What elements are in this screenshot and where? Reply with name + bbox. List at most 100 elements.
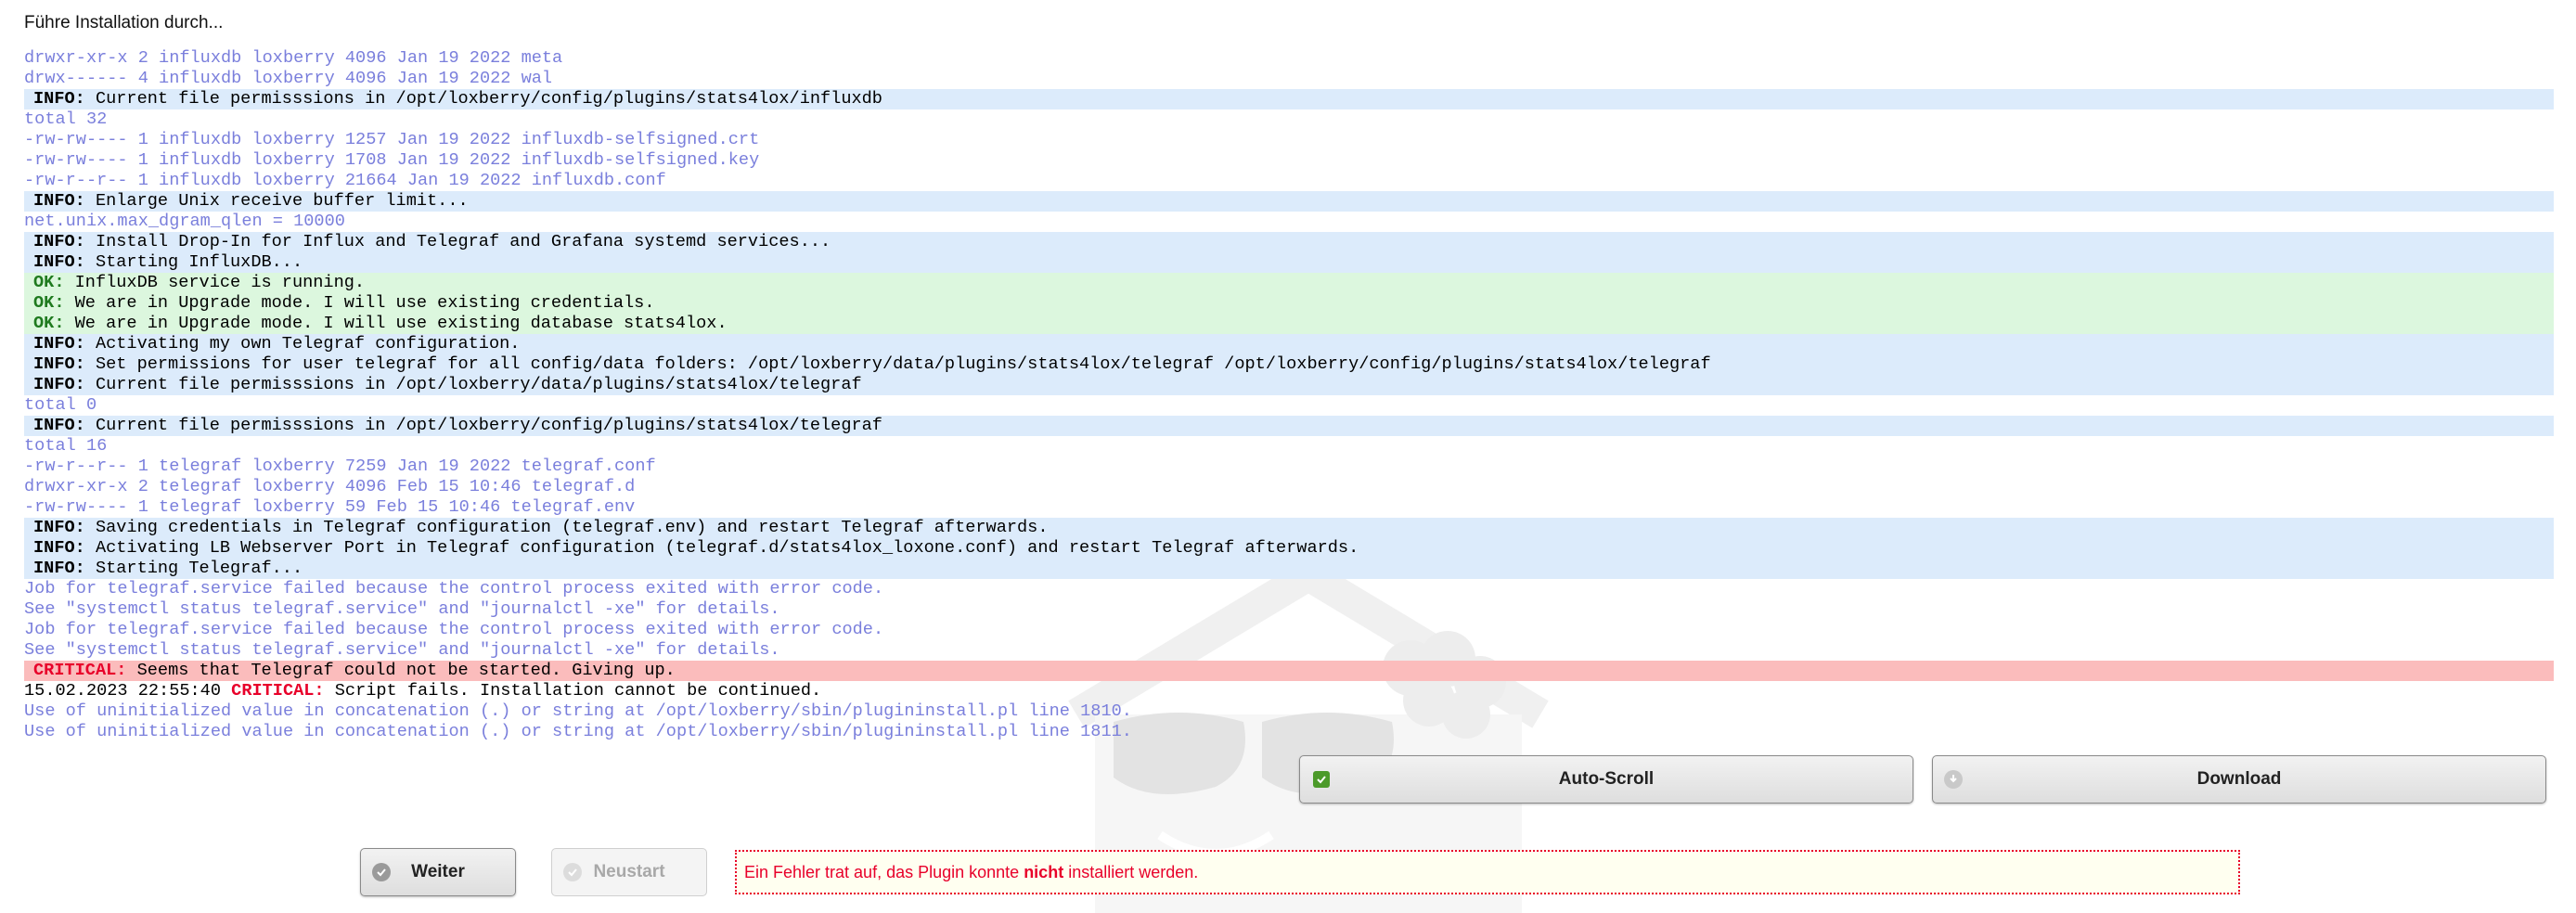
log-line: net.unix.max_dgram_qlen = 10000	[24, 212, 2554, 232]
log-line: OK: We are in Upgrade mode. I will use e…	[24, 293, 2554, 314]
check-circle-icon	[372, 863, 391, 881]
log-text: drwxr-xr-x 2 influxdb loxberry 4096 Jan …	[24, 48, 563, 68]
weiter-button[interactable]: Weiter	[360, 848, 516, 896]
log-level: INFO:	[33, 559, 85, 578]
log-line: total 0	[24, 395, 2554, 416]
log-line: Use of uninitialized value in concatenat…	[24, 701, 2554, 722]
log-line: INFO: Saving credentials in Telegraf con…	[24, 518, 2554, 538]
log-line: OK: InfluxDB service is running.	[24, 273, 2554, 293]
log-line: INFO: Activating my own Telegraf configu…	[24, 334, 2554, 354]
log-line: drwx------ 4 influxdb loxberry 4096 Jan …	[24, 69, 2554, 89]
log-level: OK:	[33, 273, 65, 292]
log-text: -rw-rw---- 1 influxdb loxberry 1257 Jan …	[24, 130, 760, 149]
log-level: INFO:	[33, 375, 85, 394]
log-line: INFO: Install Drop-In for Influx and Tel…	[24, 232, 2554, 252]
log-text: Install Drop-In for Influx and Telegraf …	[84, 232, 831, 251]
log-level: INFO:	[33, 89, 85, 109]
log-line: INFO: Current file permisssions in /opt/…	[24, 416, 2554, 436]
log-line: -rw-r--r-- 1 influxdb loxberry 21664 Jan…	[24, 171, 2554, 191]
log-text: drwx------ 4 influxdb loxberry 4096 Jan …	[24, 69, 553, 88]
log-text: Script fails. Installation cannot be con…	[324, 681, 822, 701]
log-level: INFO:	[33, 334, 85, 354]
log-text: Current file permisssions in /opt/loxber…	[84, 89, 882, 109]
weiter-label: Weiter	[411, 862, 465, 881]
log-text: -rw-r--r-- 1 telegraf loxberry 7259 Jan …	[24, 456, 656, 476]
log-level: OK:	[33, 293, 65, 313]
log-line: drwxr-xr-x 2 influxdb loxberry 4096 Jan …	[24, 48, 2554, 69]
neustart-button[interactable]: Neustart	[551, 848, 707, 896]
log-text: net.unix.max_dgram_qlen = 10000	[24, 212, 345, 231]
log-line: total 32	[24, 109, 2554, 130]
auto-scroll-label: Auto-Scroll	[1558, 769, 1655, 789]
log-level: INFO:	[33, 191, 85, 211]
log-text: drwxr-xr-x 2 telegraf loxberry 4096 Feb …	[24, 477, 636, 496]
log-text: Starting Telegraf...	[84, 559, 303, 578]
check-circle-icon	[563, 863, 582, 881]
error-text-before: Ein Fehler trat auf, das Plugin konnte	[744, 862, 1024, 881]
log-text: -rw-r--r-- 1 influxdb loxberry 21664 Jan…	[24, 171, 666, 190]
log-level: CRITICAL:	[231, 681, 325, 701]
log-line: INFO: Activating LB Webserver Port in Te…	[24, 538, 2554, 559]
log-line: -rw-r--r-- 1 telegraf loxberry 7259 Jan …	[24, 456, 2554, 477]
log-line: INFO: Starting InfluxDB...	[24, 252, 2554, 273]
log-line: OK: We are in Upgrade mode. I will use e…	[24, 314, 2554, 334]
neustart-label: Neustart	[593, 862, 665, 881]
log-text: Seems that Telegraf could not be started…	[126, 661, 676, 680]
log-level: INFO:	[33, 538, 85, 558]
log-level: INFO:	[33, 518, 85, 537]
checkbox-checked-icon	[1313, 771, 1330, 788]
log-line: INFO: Starting Telegraf...	[24, 559, 2554, 579]
log-text: total 16	[24, 436, 108, 456]
log-text: Job for telegraf.service failed because …	[24, 620, 884, 639]
log-line: See "systemctl status telegraf.service" …	[24, 640, 2554, 661]
log-text: total 0	[24, 395, 97, 415]
log-text: See "systemctl status telegraf.service" …	[24, 599, 780, 619]
log-line: INFO: Enlarge Unix receive buffer limit.…	[24, 191, 2554, 212]
log-line: Use of uninitialized value in concatenat…	[24, 722, 2554, 742]
log-text: -rw-rw---- 1 influxdb loxberry 1708 Jan …	[24, 150, 760, 170]
log-line: See "systemctl status telegraf.service" …	[24, 599, 2554, 620]
log-line: 15.02.2023 22:55:40 CRITICAL: Script fai…	[24, 681, 2554, 701]
log-level: INFO:	[33, 354, 85, 374]
log-level: INFO:	[33, 252, 85, 272]
log-text: Enlarge Unix receive buffer limit...	[84, 191, 469, 211]
log-line: -rw-rw---- 1 influxdb loxberry 1257 Jan …	[24, 130, 2554, 150]
error-text-after: installiert werden.	[1063, 862, 1199, 881]
log-line: INFO: Current file permisssions in /opt/…	[24, 89, 2554, 109]
log-text: Job for telegraf.service failed because …	[24, 579, 884, 598]
log-text: Starting InfluxDB...	[84, 252, 303, 272]
log-line: -rw-rw---- 1 telegraf loxberry 59 Feb 15…	[24, 497, 2554, 518]
log-text: Activating LB Webserver Port in Telegraf…	[84, 538, 1359, 558]
log-level: INFO:	[33, 232, 85, 251]
error-message: Ein Fehler trat auf, das Plugin konnte n…	[735, 850, 2240, 894]
log-text: See "systemctl status telegraf.service" …	[24, 640, 780, 660]
log-text: InfluxDB service is running.	[64, 273, 366, 292]
log-text: Current file permisssions in /opt/loxber…	[84, 375, 862, 394]
log-text: -rw-rw---- 1 telegraf loxberry 59 Feb 15…	[24, 497, 636, 517]
log-level: CRITICAL:	[33, 661, 127, 680]
log-text: Use of uninitialized value in concatenat…	[24, 701, 1132, 721]
log-line: INFO: Set permissions for user telegraf …	[24, 354, 2554, 375]
log-text: Saving credentials in Telegraf configura…	[84, 518, 1049, 537]
log-line: total 16	[24, 436, 2554, 456]
log-timestamp: 15.02.2023 22:55:40	[24, 681, 232, 701]
download-button[interactable]: Download	[1932, 755, 2546, 804]
log-text: We are in Upgrade mode. I will use exist…	[64, 293, 655, 313]
log-line: INFO: Current file permisssions in /opt/…	[24, 375, 2554, 395]
log-text: Use of uninitialized value in concatenat…	[24, 722, 1132, 741]
install-log: drwxr-xr-x 2 influxdb loxberry 4096 Jan …	[24, 48, 2554, 742]
log-line: CRITICAL: Seems that Telegraf could not …	[24, 661, 2554, 681]
download-icon	[1944, 770, 1963, 789]
log-text: Set permissions for user telegraf for al…	[84, 354, 1711, 374]
log-line: Job for telegraf.service failed because …	[24, 579, 2554, 599]
log-line: -rw-rw---- 1 influxdb loxberry 1708 Jan …	[24, 150, 2554, 171]
log-line: drwxr-xr-x 2 telegraf loxberry 4096 Feb …	[24, 477, 2554, 497]
log-level: INFO:	[33, 416, 85, 435]
auto-scroll-button[interactable]: Auto-Scroll	[1299, 755, 1913, 804]
error-text-emphasis: nicht	[1024, 862, 1064, 881]
log-text: Activating my own Telegraf configuration…	[84, 334, 521, 354]
log-level: OK:	[33, 314, 65, 333]
log-line: Job for telegraf.service failed because …	[24, 620, 2554, 640]
log-text: total 32	[24, 109, 108, 129]
download-label: Download	[2196, 769, 2282, 789]
